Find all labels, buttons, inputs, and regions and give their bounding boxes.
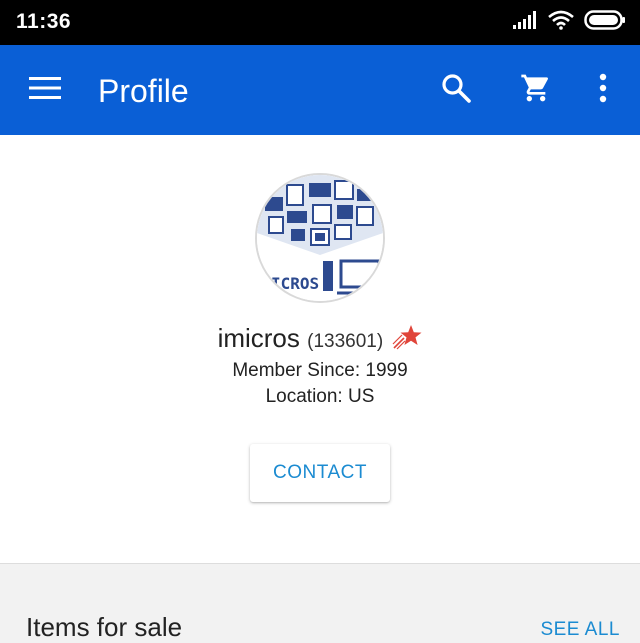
status-time: 11:36	[16, 10, 72, 33]
avatar[interactable]: ICROS	[255, 173, 385, 303]
search-icon	[441, 73, 471, 108]
shooting-star-icon	[392, 324, 422, 357]
signal-icon	[512, 10, 538, 35]
see-all-link[interactable]: SEE ALL	[540, 619, 620, 641]
page-title: Profile	[98, 73, 189, 109]
battery-icon	[584, 9, 626, 35]
more-options-button[interactable]	[580, 67, 626, 113]
menu-icon	[29, 76, 61, 104]
cart-icon	[520, 72, 552, 109]
contact-button[interactable]: CONTACT	[250, 444, 390, 502]
avatar-logo-text: ICROS	[271, 274, 319, 293]
wifi-icon	[548, 10, 574, 35]
member-since: Member Since: 1999	[232, 360, 408, 381]
profile-card: ICROS imicros (133601) Member Since: 199…	[0, 135, 640, 564]
status-icons	[512, 9, 626, 35]
cart-button[interactable]	[513, 67, 559, 113]
profile-name-line: imicros (133601)	[0, 323, 640, 357]
app-bar: Profile	[0, 45, 640, 135]
user-id: (133601)	[307, 331, 384, 352]
location: Location: US	[265, 386, 375, 407]
status-bar: 11:36	[0, 0, 640, 45]
items-for-sale-title: Items for sale	[26, 612, 183, 642]
username: imicros	[217, 323, 300, 353]
more-vert-icon	[598, 73, 608, 108]
menu-button[interactable]	[22, 69, 68, 111]
search-button[interactable]	[433, 67, 479, 113]
